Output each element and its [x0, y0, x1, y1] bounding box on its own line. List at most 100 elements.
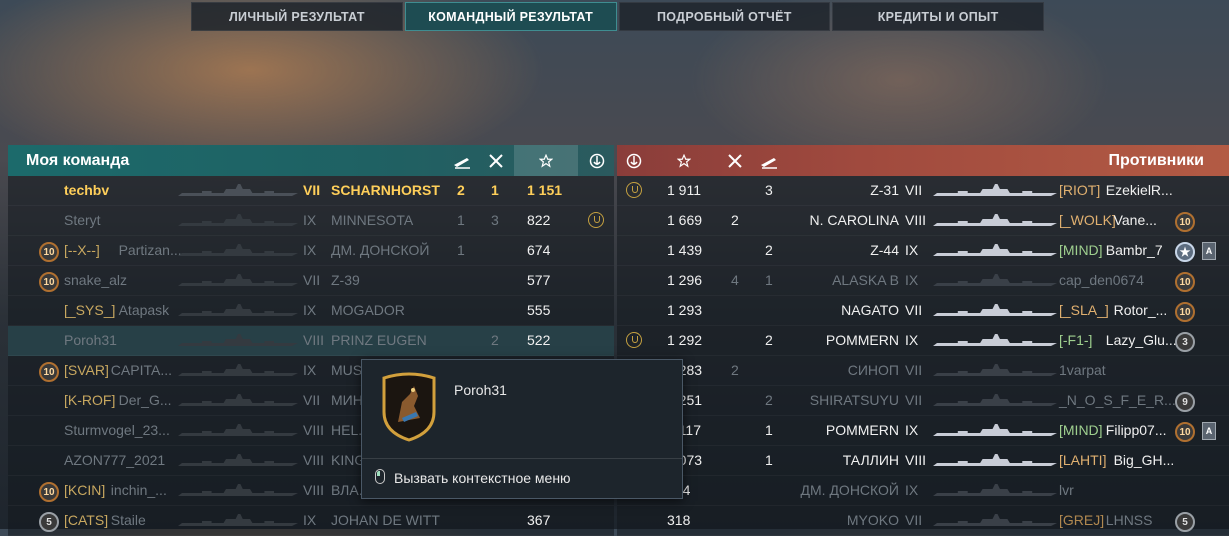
player-name[interactable]: _N_O_S_F_E_R...	[1059, 392, 1176, 408]
crossed-swords-icon[interactable]	[479, 145, 513, 176]
result-tabs: ЛИЧНЫЙ РЕЗУЛЬТАТ КОМАНДНЫЙ РЕЗУЛЬТАТ ПОДРО…	[191, 2, 1044, 31]
player-row[interactable]: techbv VII SCHARNHORST 2 1 1 151	[8, 176, 614, 206]
player-row[interactable]: 1 911 3 Z-31 VII [RIOT] EzekielR...	[617, 176, 1229, 206]
player-row[interactable]: 1 293 NAGATO VII [_SLA_] Rotor_... 10	[617, 296, 1229, 326]
tab-1[interactable]: ЛИЧНЫЙ РЕЗУЛЬТАТ	[191, 2, 403, 31]
player-row[interactable]: 10 [--X--] Partizan... IX ДМ. ДОНСКОЙ 1 674	[8, 236, 614, 266]
service-level-badge: 10	[39, 362, 59, 382]
player-row[interactable]: 1 296 4 1 ALASKA B IX cap_den0674 10	[617, 266, 1229, 296]
player-row[interactable]: 1 073 1 ТАЛЛИН VIII [LAHTI] Big_GH...	[617, 446, 1229, 476]
ship-name: POMMERN	[825, 422, 899, 438]
player-row[interactable]: 1 283 2 СИНОП VII 1varpat	[617, 356, 1229, 386]
crossed-swords-icon[interactable]	[718, 145, 752, 176]
ship-silhouette-icon	[933, 212, 1057, 232]
player-name[interactable]: LHNSS	[1106, 512, 1153, 528]
player-name[interactable]: Vane...	[1114, 212, 1157, 228]
score-value: 1 293	[667, 302, 703, 318]
assists-count: 2	[731, 212, 739, 228]
player-name[interactable]: Bambr_7	[1106, 242, 1163, 258]
player-name[interactable]: CAPITA...	[111, 362, 172, 378]
player-row[interactable]: 1 251 2 SHIRATSUYU VII _N_O_S_F_E_R... 9	[617, 386, 1229, 416]
ships-destroyed: 2	[765, 242, 773, 258]
ship-sunk-icon[interactable]	[752, 145, 786, 176]
ship-sunk-icon[interactable]	[445, 145, 479, 176]
player-name[interactable]: AZON777_2021	[64, 452, 165, 468]
ship-tier: VII	[905, 182, 923, 198]
player-name[interactable]: EzekielR...	[1106, 182, 1173, 198]
ships-destroyed: 1	[765, 272, 773, 288]
player-name[interactable]: Steryt	[64, 212, 101, 228]
my-team-header: Моя команда	[8, 145, 614, 176]
clan-tag: [_SLA_]	[1059, 302, 1109, 318]
player-name[interactable]: Staile	[111, 512, 146, 528]
player-name[interactable]: Atapask	[119, 302, 170, 318]
tab-3[interactable]: ПОДРОБНЫЙ ОТЧЁТ	[618, 2, 831, 31]
player-name[interactable]: Big_GH...	[1114, 452, 1175, 468]
ship-name: NAGATO	[841, 302, 899, 318]
player-row[interactable]: 1 292 2 POMMERN IX [-F1-] Lazy_Glu... 3	[617, 326, 1229, 356]
clan-tag: [CATS]	[64, 512, 109, 528]
enemy-team-title: Противники	[1108, 152, 1205, 169]
player-name[interactable]: Poroh31	[64, 332, 117, 348]
player-name[interactable]: Partizan...	[119, 242, 182, 258]
ship-silhouette-icon	[933, 242, 1057, 262]
clan-tag: [K-ROF]	[64, 392, 116, 408]
ship-silhouette-icon	[933, 362, 1057, 382]
ship-silhouette-icon	[178, 302, 298, 322]
ship-tier: VIII	[303, 452, 325, 468]
player-row[interactable]: Steryt IX MINNESOTA 1 3 822	[8, 206, 614, 236]
clan-tag: [_WOLK]	[1059, 212, 1116, 228]
service-level-badge: 10	[1175, 422, 1195, 442]
anchor-medal-icon[interactable]	[617, 145, 651, 176]
star-icon[interactable]	[667, 145, 701, 176]
player-name[interactable]: techbv	[64, 182, 109, 198]
player-name[interactable]: Der_G...	[119, 392, 172, 408]
anchor-medal-icon[interactable]	[580, 145, 614, 176]
player-row[interactable]: 954ДМ. ДОНСКОЙIXlvr	[617, 476, 1229, 506]
tooltip-player-name: Poroh31	[454, 382, 507, 398]
ships-destroyed: 1	[765, 422, 773, 438]
ship-tier: VII	[905, 362, 923, 378]
player-row[interactable]: 1 117 1 POMMERN IX [MIND] Filipp07... 10 A	[617, 416, 1229, 446]
anchor-medal-icon	[626, 182, 642, 198]
service-level-badge: 10	[1175, 272, 1195, 292]
player-row[interactable]: 1 439 2 Z-44 IX [MIND] Bambr_7 ★ A	[617, 236, 1229, 266]
ship-name: ТАЛЛИН	[842, 452, 899, 468]
player-row[interactable]: 5 [CATS] Staile IX JOHAN DE WITT 367	[8, 506, 614, 536]
ship-tier: VII	[303, 182, 321, 198]
tab-2[interactable]: КОМАНДНЫЙ РЕЗУЛЬТАТ	[404, 2, 617, 31]
service-level-badge: 10	[39, 482, 59, 502]
player-name[interactable]: cap_den0674	[1059, 272, 1144, 288]
player-row[interactable]: [_SYS_] Atapask IX MOGADOR 555	[8, 296, 614, 326]
ship-tier: IX	[303, 362, 317, 378]
tab-4[interactable]: КРЕДИТЫ И ОПЫТ	[832, 2, 1044, 31]
player-name[interactable]: Sturmvogel_23...	[64, 422, 170, 438]
score-value: 318	[667, 512, 691, 528]
player-name[interactable]: Lazy_Glu...	[1106, 332, 1177, 348]
player-row[interactable]: 10 snake_alz VII Z-39 577	[8, 266, 614, 296]
ship-tier: VII	[303, 392, 321, 408]
player-name[interactable]: 1varpat	[1059, 362, 1106, 378]
player-row[interactable]: Poroh31 VIII PRINZ EUGEN 2 522	[8, 326, 614, 356]
anchor-medal-icon	[588, 212, 604, 228]
ship-silhouette-icon	[933, 512, 1057, 532]
ship-tier: VII	[905, 392, 923, 408]
score-value: 674	[527, 242, 551, 258]
ship-tier: IX	[905, 272, 919, 288]
ship-tier: VIII	[303, 332, 325, 348]
service-level-badge: 10	[1175, 302, 1195, 322]
ship-silhouette-icon	[933, 332, 1057, 352]
player-name[interactable]: Filipp07...	[1106, 422, 1167, 438]
player-name[interactable]: snake_alz	[64, 272, 127, 288]
ship-tier: VIII	[303, 422, 325, 438]
player-row[interactable]: 318 MYOKO VII [GREJ] LHNSS 5	[617, 506, 1229, 536]
service-level-badge: 10	[1175, 212, 1195, 232]
ship-tier: VIII	[905, 452, 927, 468]
star-icon[interactable]	[514, 145, 578, 176]
service-level-badge: 3	[1175, 332, 1195, 352]
ship-tier: VII	[905, 302, 923, 318]
player-name[interactable]: lvr	[1059, 482, 1074, 498]
player-name[interactable]: Rotor_...	[1114, 302, 1168, 318]
player-row[interactable]: 1 669 2 N. CAROLINA VIII [_WOLK] Vane... 10	[617, 206, 1229, 236]
player-name[interactable]: inchin_...	[111, 482, 167, 498]
